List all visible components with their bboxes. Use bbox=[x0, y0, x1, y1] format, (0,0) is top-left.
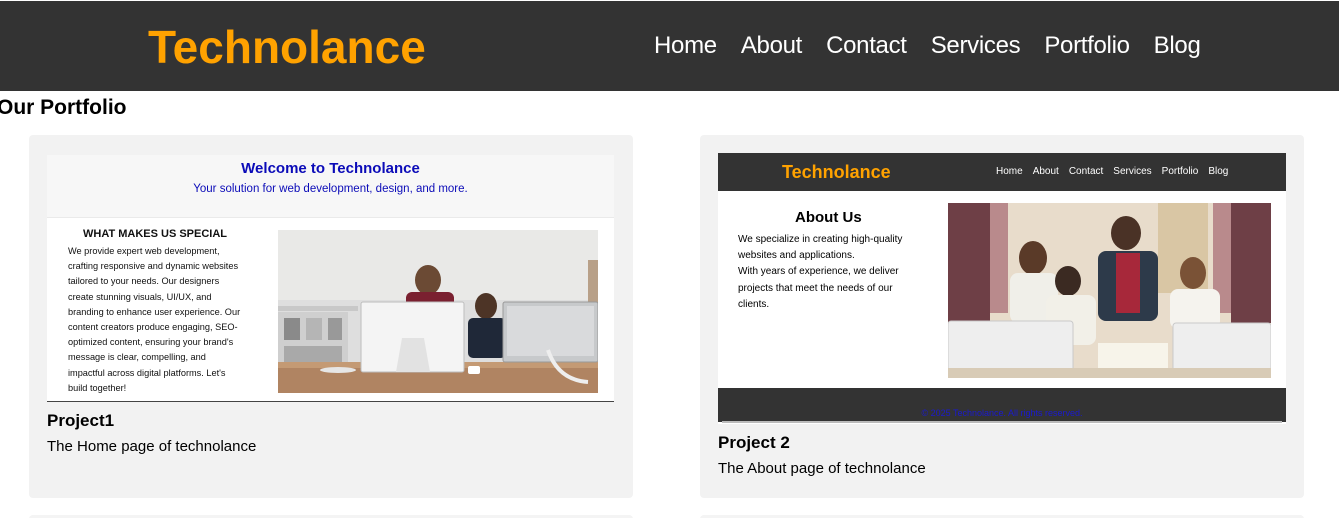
site-header: Technolance Home About Contact Services … bbox=[0, 1, 1339, 91]
thumb-welcome-subtitle: Your solution for web development, desig… bbox=[193, 183, 468, 195]
project2-screenshot: Technolance Home About Contact Services … bbox=[718, 153, 1286, 424]
thumb-text-line: create stunning visuals, UI/UX, and bbox=[68, 291, 212, 302]
project1-title: Project1 bbox=[47, 411, 115, 430]
thumb-text-line: impactful across digital platforms. Let'… bbox=[68, 367, 226, 378]
thumb-text-line: content creators produce engaging, SEO- bbox=[68, 322, 238, 333]
project2-description: The About page of technolance bbox=[718, 460, 926, 477]
project1-description: The Home page of technolance bbox=[47, 438, 257, 455]
thumb-nav-item: Services bbox=[1113, 166, 1152, 177]
thumb-text-line: branding to enhance user experience. Our bbox=[68, 306, 241, 317]
thumb-nav-item: Home bbox=[996, 166, 1023, 177]
thumb-welcome-heading: Welcome to Technolance bbox=[241, 160, 420, 177]
thumb-about-text: We specialize in creating high-quality w… bbox=[738, 232, 928, 313]
nav-services-link[interactable]: Services bbox=[931, 31, 1021, 61]
thumb-text-line: websites and applications. bbox=[738, 250, 855, 262]
thumb-body-text: We provide expert web development, craft… bbox=[68, 244, 253, 396]
main-nav: Home About Contact Services Portfolio Bl… bbox=[654, 31, 1201, 61]
thumb-header: Technolance Home About Contact Services … bbox=[718, 153, 1286, 191]
thumb-section-heading: WHAT MAKES US SPECIAL bbox=[83, 228, 228, 240]
portfolio-card-project2[interactable]: Technolance Home About Contact Services … bbox=[700, 135, 1304, 498]
nav-blog-link[interactable]: Blog bbox=[1154, 31, 1201, 61]
project1-screenshot: Welcome to Technolance Your solution for… bbox=[47, 155, 614, 402]
thumb-scrollbar bbox=[722, 421, 1282, 423]
thumb-text-line: crafting responsive and dynamic websites bbox=[68, 261, 239, 272]
thumb-logo: Technolance bbox=[782, 162, 891, 182]
thumb-about-heading: About Us bbox=[795, 209, 862, 226]
thumb-text-line: message is clear, compelling, and bbox=[68, 352, 206, 363]
thumb-nav-item: Blog bbox=[1208, 166, 1229, 177]
thumb-nav-item: Portfolio bbox=[1161, 166, 1199, 177]
thumb-nav-item: About bbox=[1032, 166, 1059, 177]
thumb-text-line: With years of experience, we deliver bbox=[738, 266, 899, 278]
portfolio-card-project1[interactable]: Welcome to Technolance Your solution for… bbox=[29, 135, 633, 498]
thumb-copyright: © 2025 Technolance. All rights reserved. bbox=[921, 408, 1083, 418]
thumb-text-line: We provide expert web development, bbox=[68, 246, 220, 256]
thumb-text-line: optimized content, ensuring your brand's bbox=[68, 337, 234, 348]
thumb-text-line: tailored to your needs. Our designers bbox=[68, 276, 220, 287]
thumb-text-line: build together! bbox=[68, 382, 127, 393]
office-photo bbox=[278, 230, 598, 393]
nav-contact-link[interactable]: Contact bbox=[826, 31, 907, 61]
site-logo[interactable]: Technolance bbox=[148, 21, 426, 73]
thumb-text-line: clients. bbox=[738, 298, 770, 310]
thumb-banner: Welcome to Technolance Your solution for… bbox=[47, 155, 614, 218]
thumb-footer: © 2025 Technolance. All rights reserved. bbox=[718, 388, 1286, 422]
thumb-nav: Home About Contact Services Portfolio Bl… bbox=[996, 166, 1228, 177]
nav-about-link[interactable]: About bbox=[741, 31, 803, 61]
nav-home-link[interactable]: Home bbox=[654, 31, 717, 61]
thumb-nav-item: Contact bbox=[1068, 166, 1104, 177]
thumb-text-line: We specialize in creating high-quality bbox=[738, 234, 903, 245]
thumb-text-line: projects that meet the needs of our bbox=[738, 282, 893, 294]
team-photo bbox=[948, 203, 1271, 378]
nav-portfolio-link[interactable]: Portfolio bbox=[1044, 31, 1130, 61]
page-title: Our Portfolio bbox=[0, 96, 127, 119]
project2-title: Project 2 bbox=[718, 433, 790, 452]
